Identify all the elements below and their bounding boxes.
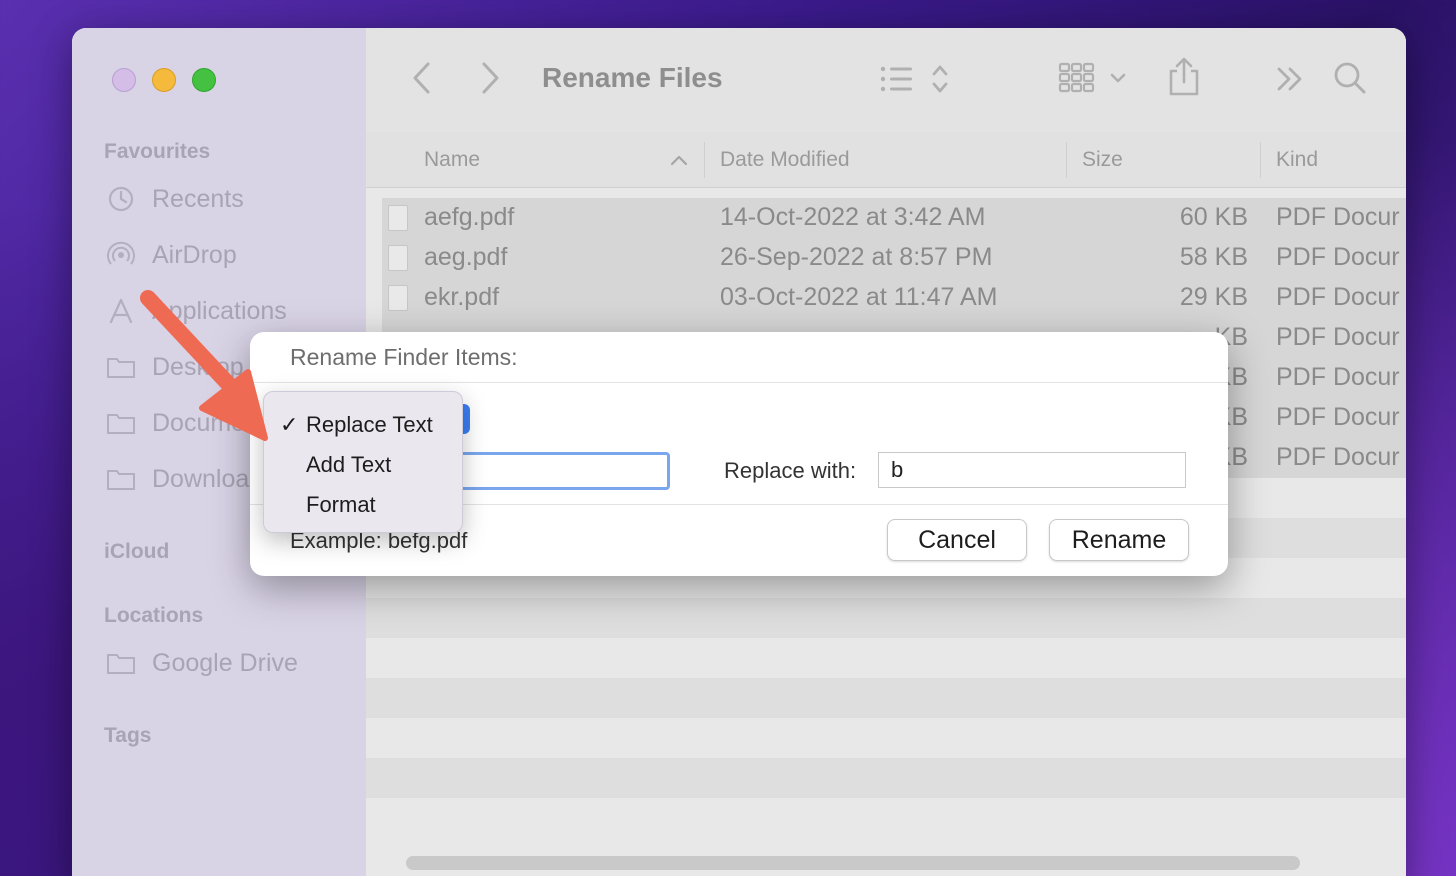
sort-ascending-icon[interactable] [668,150,690,170]
column-date-modified[interactable]: Date Modified [720,148,850,172]
menu-item-label: Replace Text [306,412,433,437]
list-view-icon[interactable] [878,62,958,96]
window-title: Rename Files [542,62,723,93]
table-row[interactable]: aefg.pdf 14-Oct-2022 at 3:42 AM 60 KB PD… [382,198,1406,238]
folder-icon [106,649,136,677]
clock-icon [106,185,136,213]
divider [250,382,1228,383]
airdrop-icon [106,241,136,269]
file-date: 03-Oct-2022 at 11:47 AM [720,283,998,311]
replace-with-label: Replace with: [724,458,857,483]
minimize-window-button[interactable] [152,68,176,92]
column-divider[interactable] [1066,142,1067,178]
file-name: aefg.pdf [424,203,515,231]
file-kind: PDF Docur [1276,323,1400,351]
search-icon[interactable] [1330,58,1370,98]
file-kind: PDF Docur [1276,443,1400,471]
sidebar-section-icloud: iCloud [104,540,170,563]
share-icon[interactable] [1166,54,1202,98]
forward-icon[interactable] [476,60,506,96]
menu-item-label: Format [306,492,376,517]
file-size: 58 KB [1179,243,1248,271]
file-size: 29 KB [1179,283,1248,311]
horizontal-scrollbar[interactable] [406,856,1300,870]
annotation-arrow-icon [140,290,268,441]
column-kind[interactable]: Kind [1276,148,1318,172]
dialog-title: Rename Finder Items: [290,344,518,370]
empty-row-stripe [366,678,1406,718]
file-kind: PDF Docur [1276,363,1400,391]
file-size: 60 KB [1179,203,1248,231]
find-input[interactable] [450,452,670,490]
menu-item-label: Add Text [306,452,392,477]
table-row[interactable]: ekr.pdf 03-Oct-2022 at 11:47 AM 29 KB PD… [382,278,1406,318]
column-divider[interactable] [704,142,705,178]
toolbar: Rename Files [366,28,1406,132]
rename-button[interactable]: Rename [1049,519,1189,561]
column-divider[interactable] [1260,142,1261,178]
cancel-button[interactable]: Cancel [887,519,1027,561]
sidebar-section-tags: Tags [104,724,152,747]
close-window-button[interactable] [112,68,136,92]
file-kind: PDF Docur [1276,403,1400,431]
file-kind: PDF Docur [1276,243,1400,271]
maximize-window-button[interactable] [192,68,216,92]
more-icon[interactable] [1272,62,1308,96]
column-size[interactable]: Size [1082,148,1123,172]
file-date: 14-Oct-2022 at 3:42 AM [720,203,986,231]
sidebar-item-airdrop[interactable]: AirDrop [106,239,237,271]
file-kind: PDF Docur [1276,203,1400,231]
sidebar-item-label: Recents [152,184,244,213]
pdf-file-icon [388,205,408,231]
file-date: 26-Sep-2022 at 8:57 PM [720,243,993,271]
file-name: ekr.pdf [424,283,500,311]
sidebar-item-google-drive[interactable]: Google Drive [106,647,298,679]
replace-with-input[interactable] [878,452,1186,488]
back-icon[interactable] [406,60,436,96]
sidebar-item-label: Google Drive [152,648,298,677]
column-name[interactable]: Name [424,148,480,172]
column-header-row: Name Date Modified Size Kind [366,132,1406,188]
empty-row-stripe [366,758,1406,798]
menu-item-format[interactable]: Format [264,486,464,522]
sidebar-item-recents[interactable]: Recents [106,183,244,215]
file-name: aeg.pdf [424,243,508,271]
sidebar-section-locations: Locations [104,604,204,627]
pdf-file-icon [388,285,408,311]
pdf-file-icon [388,245,408,271]
file-kind: PDF Docur [1276,283,1400,311]
sidebar-section-favourites: Favourites [104,140,211,163]
group-icon[interactable] [1056,60,1136,96]
table-row[interactable]: aeg.pdf 26-Sep-2022 at 8:57 PM 58 KB PDF… [382,238,1406,278]
empty-row-stripe [366,598,1406,638]
folder-icon [106,465,136,493]
sidebar-item-label: AirDrop [152,240,237,269]
